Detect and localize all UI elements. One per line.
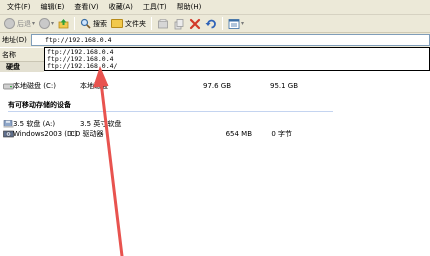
forward-button[interactable]: ▾ xyxy=(37,16,56,32)
back-arrow-icon xyxy=(4,18,15,29)
address-input[interactable]: ftp://192.168.0.4 xyxy=(31,34,430,46)
menu-help[interactable]: 帮助(H) xyxy=(172,0,207,15)
search-button[interactable]: 搜索 xyxy=(78,16,109,32)
copy-to-button[interactable] xyxy=(171,16,187,32)
back-label: 后退 xyxy=(17,19,31,28)
undo-button[interactable] xyxy=(203,16,219,32)
menu-view[interactable]: 查看(V) xyxy=(69,0,103,15)
back-button[interactable]: 后退 ▾ xyxy=(2,16,37,32)
address-history-item[interactable]: ftp://192.168.0.4/ xyxy=(45,63,429,70)
toolbar: 后退 ▾ ▾ 搜索 文件夹 ▾ xyxy=(0,15,430,33)
section-divider xyxy=(8,111,333,112)
menu-edit[interactable]: 编辑(E) xyxy=(36,0,70,15)
item-type: CD 驱动器 xyxy=(70,130,104,138)
views-button[interactable]: ▾ xyxy=(226,16,246,32)
menu-favorites[interactable]: 收藏(A) xyxy=(104,0,138,15)
toolbar-separator xyxy=(151,17,153,30)
section-title-removable: 有可移动存储的设备 xyxy=(8,101,71,109)
menu-bar: 文件(F) 编辑(E) 查看(V) 收藏(A) 工具(T) 帮助(H) xyxy=(0,0,430,15)
list-item-cd-d[interactable]: Windows2003 (D:) CD 驱动器 654 MB 0 字节 xyxy=(0,129,430,139)
item-name: 3.5 软盘 (A:) xyxy=(13,120,56,128)
item-type: 本地磁盘 xyxy=(80,82,108,90)
search-icon xyxy=(80,18,91,29)
list-item-floppy-a[interactable]: 3.5 软盘 (A:) 3.5 英寸软盘 xyxy=(0,119,430,129)
folder-icon xyxy=(111,19,124,28)
item-free-space: 95.1 GB xyxy=(270,82,299,90)
up-button[interactable] xyxy=(56,16,71,32)
move-to-icon xyxy=(158,18,168,28)
delete-icon xyxy=(189,18,201,29)
item-name: 本地磁盘 (C:) xyxy=(13,82,56,90)
back-dropdown-icon[interactable]: ▾ xyxy=(32,20,35,27)
delete-button[interactable] xyxy=(187,16,203,32)
forward-dropdown-icon[interactable]: ▾ xyxy=(51,20,54,27)
list-item-local-disk-c[interactable]: 本地磁盘 (C:) 本地磁盘 97.6 GB 95.1 GB xyxy=(0,81,430,91)
toolbar-separator xyxy=(222,17,224,30)
address-bar: 地址(D) ftp://192.168.0.4 xyxy=(0,33,430,47)
menu-tools[interactable]: 工具(T) xyxy=(138,0,172,15)
folders-label: 文件夹 xyxy=(125,19,147,28)
search-label: 搜索 xyxy=(93,19,108,28)
folders-button[interactable]: 文件夹 xyxy=(109,16,148,32)
address-dropdown: ftp://192.168.0.4 ftp://192.168.0.4 ftp:… xyxy=(44,47,430,71)
undo-icon xyxy=(205,19,216,28)
column-header-name[interactable]: 名称 xyxy=(0,48,44,62)
menu-file[interactable]: 文件(F) xyxy=(2,0,36,15)
item-name: Windows2003 (D:) xyxy=(13,130,78,138)
forward-arrow-icon xyxy=(39,18,51,29)
folder-up-icon xyxy=(58,19,69,29)
address-label: 地址(D) xyxy=(2,36,27,44)
group-label-hard-disks: 硬盘 xyxy=(0,62,44,72)
toolbar-separator xyxy=(74,17,76,30)
item-type: 3.5 英寸软盘 xyxy=(80,120,122,128)
copy-to-icon xyxy=(174,18,184,29)
views-icon xyxy=(228,18,240,29)
move-to-button[interactable] xyxy=(155,16,171,32)
item-total-size: 654 MB xyxy=(225,130,252,138)
item-total-size: 97.6 GB xyxy=(203,82,232,90)
views-dropdown-icon[interactable]: ▾ xyxy=(241,20,244,27)
item-free-space: 0 字节 xyxy=(271,130,292,138)
